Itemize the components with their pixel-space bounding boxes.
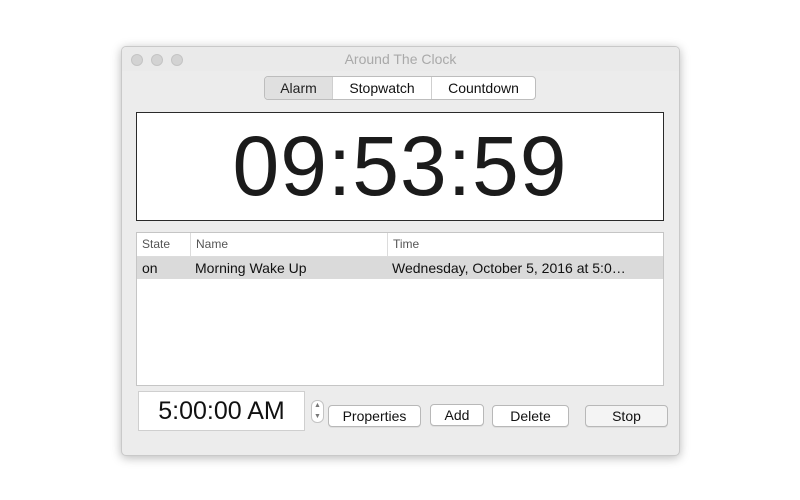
properties-button[interactable]: Properties [328, 405, 421, 427]
time-stepper[interactable]: ▲ ▼ [311, 400, 324, 423]
column-header-state[interactable]: State [137, 233, 190, 256]
row-state: on [142, 260, 158, 276]
row-time: Wednesday, October 5, 2016 at 5:0… [392, 260, 626, 276]
delete-button[interactable]: Delete [492, 405, 569, 427]
mode-tab-control: Alarm Stopwatch Countdown [264, 76, 536, 100]
table-header: State Name Time [137, 233, 663, 257]
alarm-time-field[interactable]: 5:00:00 AM [138, 391, 305, 431]
window-title: Around The Clock [344, 51, 457, 67]
chevron-up-icon[interactable]: ▲ [312, 401, 323, 411]
alarm-table: State Name Time on Morning Wake Up Wedne… [136, 232, 664, 386]
stop-button[interactable]: Stop [585, 405, 668, 427]
tab-stopwatch[interactable]: Stopwatch [332, 77, 431, 99]
tab-alarm[interactable]: Alarm [265, 77, 332, 99]
row-name: Morning Wake Up [195, 260, 307, 276]
tab-countdown[interactable]: Countdown [431, 77, 535, 99]
table-row[interactable]: on Morning Wake Up Wednesday, October 5,… [137, 257, 663, 279]
chevron-down-icon[interactable]: ▼ [312, 412, 323, 422]
clock-display: 09:53:59 [136, 112, 664, 221]
add-button[interactable]: Add [430, 404, 484, 426]
column-header-name[interactable]: Name [190, 233, 387, 256]
app-window: Around The Clock Alarm Stopwatch Countdo… [121, 46, 680, 456]
title-bar[interactable]: Around The Clock [122, 47, 679, 71]
column-header-time[interactable]: Time [387, 233, 663, 256]
clock-time: 09:53:59 [232, 119, 568, 213]
